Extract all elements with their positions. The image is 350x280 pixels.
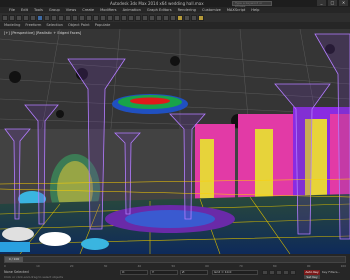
graphite-icon[interactable] bbox=[156, 14, 162, 21]
minimize-button[interactable]: _ bbox=[317, 0, 326, 6]
align-icon[interactable] bbox=[142, 14, 148, 21]
region-select-icon[interactable] bbox=[51, 14, 57, 21]
tick-100: 100 bbox=[340, 264, 346, 268]
tab-modeling[interactable]: Modeling bbox=[4, 22, 20, 29]
close-button[interactable]: ✕ bbox=[339, 0, 348, 6]
timeline-ticks: 0 10 20 30 40 50 60 70 80 90 100 bbox=[4, 264, 346, 268]
rendered-frame-icon[interactable] bbox=[191, 14, 197, 21]
tick-70: 70 bbox=[239, 264, 243, 268]
unlink-icon[interactable] bbox=[23, 14, 29, 21]
time-slider-track[interactable]: 0 / 100 bbox=[4, 256, 346, 263]
tab-selection[interactable]: Selection bbox=[46, 22, 63, 29]
move-icon[interactable] bbox=[65, 14, 71, 21]
title-bar: Autodesk 3ds Max 2014 x64 wedding hall.m… bbox=[0, 0, 350, 8]
snap-icon[interactable] bbox=[100, 14, 106, 21]
tick-40: 40 bbox=[137, 264, 142, 268]
window-crossing-icon[interactable] bbox=[58, 14, 64, 21]
scale-icon[interactable] bbox=[79, 14, 85, 21]
redo-icon[interactable] bbox=[9, 14, 15, 21]
select-by-name-icon[interactable] bbox=[44, 14, 50, 21]
bind-icon[interactable] bbox=[30, 14, 36, 21]
window-buttons: _ □ ✕ bbox=[317, 0, 348, 7]
bottom-panel: 0 / 100 0 10 20 30 40 50 60 70 80 90 100… bbox=[0, 254, 350, 280]
playback-controls bbox=[262, 270, 296, 275]
link-icon[interactable] bbox=[16, 14, 22, 21]
tick-60: 60 bbox=[205, 264, 209, 268]
time-slider[interactable]: 0 / 100 bbox=[5, 257, 23, 262]
y-coord-field[interactable]: Y: bbox=[150, 270, 178, 275]
curve-editor-icon[interactable] bbox=[163, 14, 169, 21]
go-to-start-icon[interactable] bbox=[262, 270, 268, 275]
tab-freeform[interactable]: Freeform bbox=[25, 22, 41, 29]
named-selection-icon[interactable] bbox=[128, 14, 134, 21]
perspective-viewport[interactable]: [+] [Perspective] [Realistic + Edged Fac… bbox=[0, 29, 350, 254]
tab-populate[interactable]: Populate bbox=[95, 22, 111, 29]
render-setup-icon[interactable] bbox=[184, 14, 190, 21]
scene-render bbox=[0, 29, 350, 254]
maximize-button[interactable]: □ bbox=[328, 0, 337, 6]
previous-frame-icon[interactable] bbox=[269, 270, 275, 275]
layer-icon[interactable] bbox=[149, 14, 155, 21]
material-editor-icon[interactable] bbox=[177, 14, 183, 21]
mirror-icon[interactable] bbox=[135, 14, 141, 21]
ceiling-oval-red bbox=[130, 97, 170, 105]
main-toolbar bbox=[0, 13, 350, 22]
viewport-label[interactable]: [+] [Perspective] [Realistic + Edged Fac… bbox=[4, 31, 81, 35]
tick-80: 80 bbox=[272, 264, 277, 268]
angle-snap-icon[interactable] bbox=[107, 14, 113, 21]
selection-status: None Selected bbox=[4, 270, 29, 274]
reference-coord-icon[interactable] bbox=[86, 14, 92, 21]
tick-20: 20 bbox=[69, 264, 74, 268]
tick-50: 50 bbox=[171, 264, 175, 268]
undo-icon[interactable] bbox=[2, 14, 8, 21]
percent-snap-icon[interactable] bbox=[114, 14, 120, 21]
tab-object-paint[interactable]: Object Paint bbox=[68, 22, 90, 29]
prompt-line: Click or click-and-drag to select object… bbox=[4, 275, 64, 279]
carpet-inner bbox=[125, 210, 215, 228]
go-to-end-icon[interactable] bbox=[290, 270, 296, 275]
tick-30: 30 bbox=[103, 264, 108, 268]
rotate-icon[interactable] bbox=[72, 14, 78, 21]
grid-readout: Grid = 10.0 bbox=[212, 270, 258, 275]
x-coord-field[interactable]: X: bbox=[120, 270, 148, 275]
next-frame-icon[interactable] bbox=[283, 270, 289, 275]
pivot-icon[interactable] bbox=[93, 14, 99, 21]
window-title: Autodesk 3ds Max 2014 x64 wedding hall.m… bbox=[110, 1, 204, 6]
ribbon-tabs: Modeling Freeform Selection Object Paint… bbox=[0, 22, 350, 29]
select-icon[interactable] bbox=[37, 14, 43, 21]
z-coord-field[interactable]: Z: bbox=[180, 270, 208, 275]
schematic-icon[interactable] bbox=[170, 14, 176, 21]
tick-10: 10 bbox=[36, 264, 40, 268]
key-filters-button[interactable]: Key Filters... bbox=[322, 270, 340, 274]
search-input[interactable]: Type a keyword or phrase bbox=[232, 1, 272, 8]
render-icon[interactable] bbox=[198, 14, 204, 21]
tick-90: 90 bbox=[306, 264, 311, 268]
play-icon[interactable] bbox=[276, 270, 282, 275]
spinner-snap-icon[interactable] bbox=[121, 14, 127, 21]
tick-0: 0 bbox=[4, 264, 6, 268]
set-key-button[interactable]: Set Key bbox=[304, 275, 320, 279]
